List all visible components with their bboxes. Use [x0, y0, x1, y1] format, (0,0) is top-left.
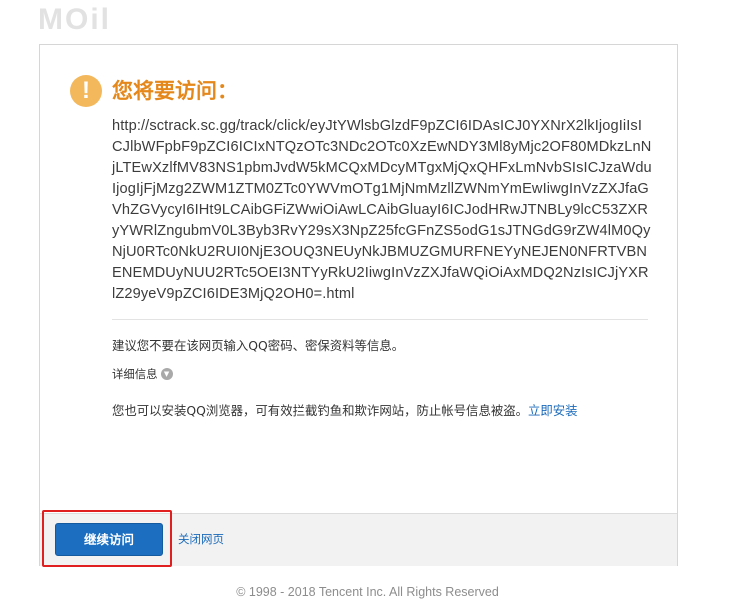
- install-now-link[interactable]: 立即安装: [528, 403, 578, 418]
- install-text: 您也可以安装QQ浏览器，可有效拦截钓鱼和欺诈网站，防止帐号信息被盗。: [112, 403, 529, 418]
- details-label: 详细信息: [112, 367, 158, 381]
- warning-title: 您将要访问：: [112, 79, 238, 103]
- continue-button[interactable]: 继续访问: [55, 523, 163, 556]
- copyright: © 1998 - 2018 Tencent Inc. All Rights Re…: [236, 585, 499, 599]
- warning-card: ! 您将要访问： http://sctrack.sc.gg/track/clic…: [39, 44, 678, 567]
- chevron-down-icon: ▼: [160, 367, 173, 380]
- logo: MOil: [38, 3, 111, 36]
- target-url: http://sctrack.sc.gg/track/click/eyJtYWl…: [112, 118, 652, 302]
- security-advice: 建议您不要在该网页输入QQ密码、密保资料等信息。: [112, 338, 405, 353]
- divider: [112, 319, 648, 320]
- close-page-link[interactable]: 关闭网页: [178, 530, 224, 548]
- details-toggle[interactable]: 详细信息 ▼: [112, 365, 173, 383]
- exclamation-icon: !: [70, 75, 102, 107]
- install-prompt: 您也可以安装QQ浏览器，可有效拦截钓鱼和欺诈网站，防止帐号信息被盗。立即安装: [112, 402, 578, 420]
